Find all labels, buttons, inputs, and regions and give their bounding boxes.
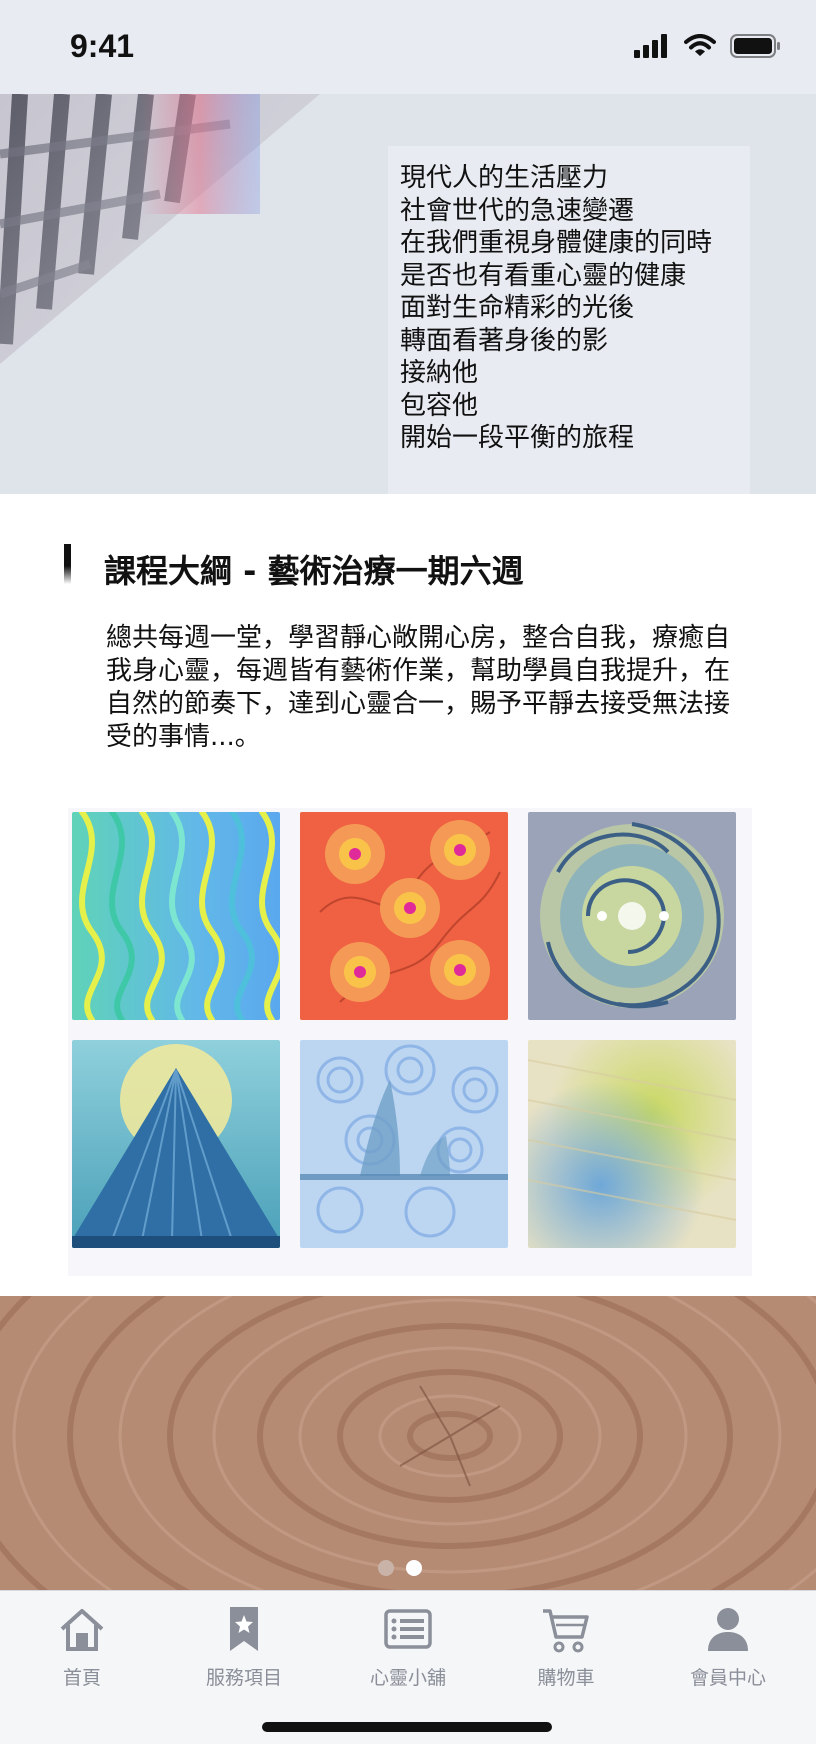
tab-bar: 首頁 服務項目 心靈小舖 購物車 會員中心 <box>0 1590 816 1744</box>
spiral-mandala-art[interactable] <box>528 812 736 1020</box>
user-icon <box>708 1608 748 1651</box>
wifi-icon <box>684 34 716 56</box>
hero-line: 包容他 <box>400 390 479 421</box>
tab-shop[interactable]: 心靈小舖 <box>338 1603 478 1699</box>
tab-label: 首頁 <box>62 1667 101 1689</box>
tab-label: 心靈小舖 <box>369 1667 446 1689</box>
cart-icon <box>543 1609 589 1653</box>
wood-texture <box>0 1296 816 1590</box>
tab-label: 購物車 <box>537 1667 595 1689</box>
tab-member[interactable]: 會員中心 <box>658 1603 798 1699</box>
hero-line: 是否也有看重心靈的健康 <box>400 260 687 291</box>
blurred-pastel-art[interactable] <box>528 1040 736 1248</box>
tab-label: 服務項目 <box>205 1667 282 1689</box>
hero-text-card: 現代人的生活壓力 社會世代的急速變遷 在我們重視身體健康的同時 是否也有看重心靈… <box>388 146 750 494</box>
status-time: 9:41 <box>70 28 135 64</box>
artwork-gallery <box>68 808 752 1276</box>
carousel-pager <box>378 1560 422 1576</box>
tab-cart[interactable]: 購物車 <box>496 1603 636 1699</box>
battery-icon <box>730 34 780 58</box>
hero-line: 轉面看著身後的影 <box>400 325 609 356</box>
list-icon <box>384 1609 432 1649</box>
pager-dot-active[interactable] <box>406 1560 422 1576</box>
hero-line: 社會世代的急速變遷 <box>400 195 635 226</box>
hero-line: 在我們重視身體健康的同時 <box>400 228 713 258</box>
wood-banner <box>0 1296 816 1590</box>
signal-icon <box>634 34 667 58</box>
wavy-lines-art[interactable] <box>72 812 280 1020</box>
tab-label: 會員中心 <box>689 1667 766 1689</box>
home-indicator <box>262 1722 552 1732</box>
status-bar: 9:41 <box>0 0 816 94</box>
hero-line: 接納他 <box>400 358 479 388</box>
section-marker <box>64 544 71 584</box>
bookmark-star-icon <box>230 1607 258 1651</box>
hero-line: 現代人的生活壓力 <box>400 163 609 193</box>
hero-line: 開始一段平衡的旅程 <box>400 423 635 453</box>
course-section: 課程大綱 - 藝術治療一期六週 總共每週一堂，學習靜心敞開心房，整合自我，療癒自… <box>0 494 816 1296</box>
orange-flowers-art[interactable] <box>300 812 508 1020</box>
hero-banner: 現代人的生活壓力 社會世代的急速變遷 在我們重視身體健康的同時 是否也有看重心靈… <box>0 94 816 494</box>
home-icon <box>60 1609 104 1651</box>
course-description: 總共每週一堂，學習靜心敞開心房，整合自我，療癒自我身心靈，每週皆有藝術作業，幫助… <box>106 623 731 752</box>
swirling-clouds-art[interactable] <box>300 1040 508 1248</box>
hero-photo <box>0 94 330 494</box>
pager-dot[interactable] <box>378 1560 394 1576</box>
course-title: 課程大綱 - 藝術治療一期六週 <box>104 552 524 590</box>
tab-services[interactable]: 服務項目 <box>174 1603 314 1699</box>
status-icons <box>634 34 782 58</box>
mountain-art[interactable] <box>72 1040 280 1248</box>
hero-line: 面對生命精彩的光後 <box>400 293 635 323</box>
tab-home[interactable]: 首頁 <box>12 1603 152 1699</box>
